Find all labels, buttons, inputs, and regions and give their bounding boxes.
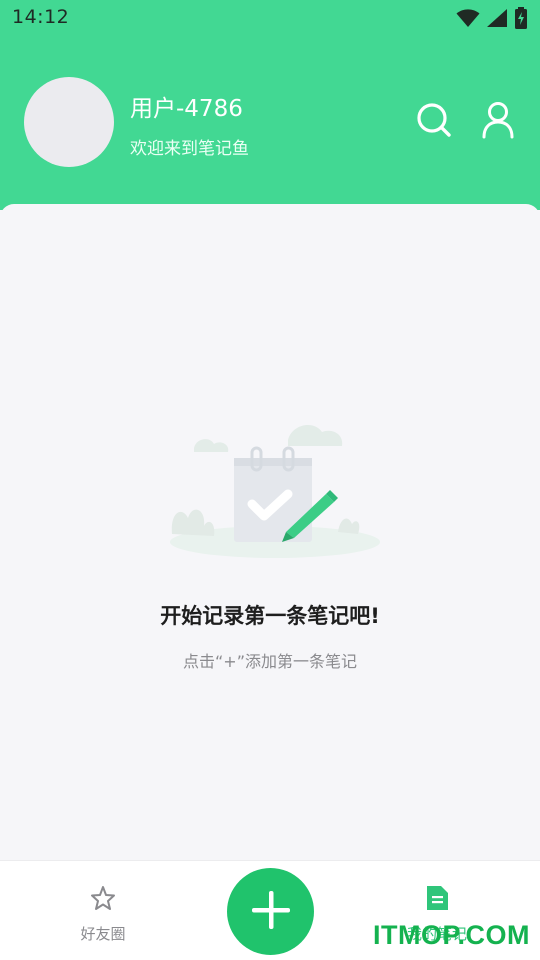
profile-button[interactable]: [478, 102, 518, 142]
status-icons: [456, 7, 528, 33]
empty-notes-illustration: [170, 425, 380, 558]
header: 14:12 用户-4786 欢迎来到笔记鱼: [0, 0, 540, 210]
app-screen: 14:12 用户-4786 欢迎来到笔记鱼 开始记录第一条笔记吧! 点击“+”添…: [0, 0, 540, 960]
wifi-icon: [456, 8, 480, 32]
search-icon: [415, 101, 453, 143]
username: 用户-4786: [130, 96, 243, 122]
search-button[interactable]: [414, 102, 454, 142]
battery-icon: [514, 7, 528, 33]
document-icon: [422, 883, 452, 917]
empty-state-title: 开始记录第一条笔记吧!: [160, 604, 380, 628]
signal-icon: [486, 8, 508, 32]
notes-content: 开始记录第一条笔记吧! 点击“+”添加第一条笔记: [0, 204, 540, 860]
nav-friends-label: 好友圈: [80, 925, 126, 943]
add-note-button[interactable]: [227, 868, 314, 955]
plus-icon: [249, 888, 293, 936]
user-icon: [481, 101, 515, 143]
status-bar: 14:12: [0, 0, 540, 36]
watermark: ITMOP.COM: [372, 920, 530, 950]
welcome-text: 欢迎来到笔记鱼: [130, 139, 249, 159]
nav-friends-circle[interactable]: 好友圈: [48, 883, 158, 944]
status-time: 14:12: [12, 6, 70, 28]
star-icon: [88, 883, 118, 917]
empty-state-subtitle: 点击“+”添加第一条笔记: [183, 652, 357, 671]
avatar[interactable]: [24, 77, 114, 167]
